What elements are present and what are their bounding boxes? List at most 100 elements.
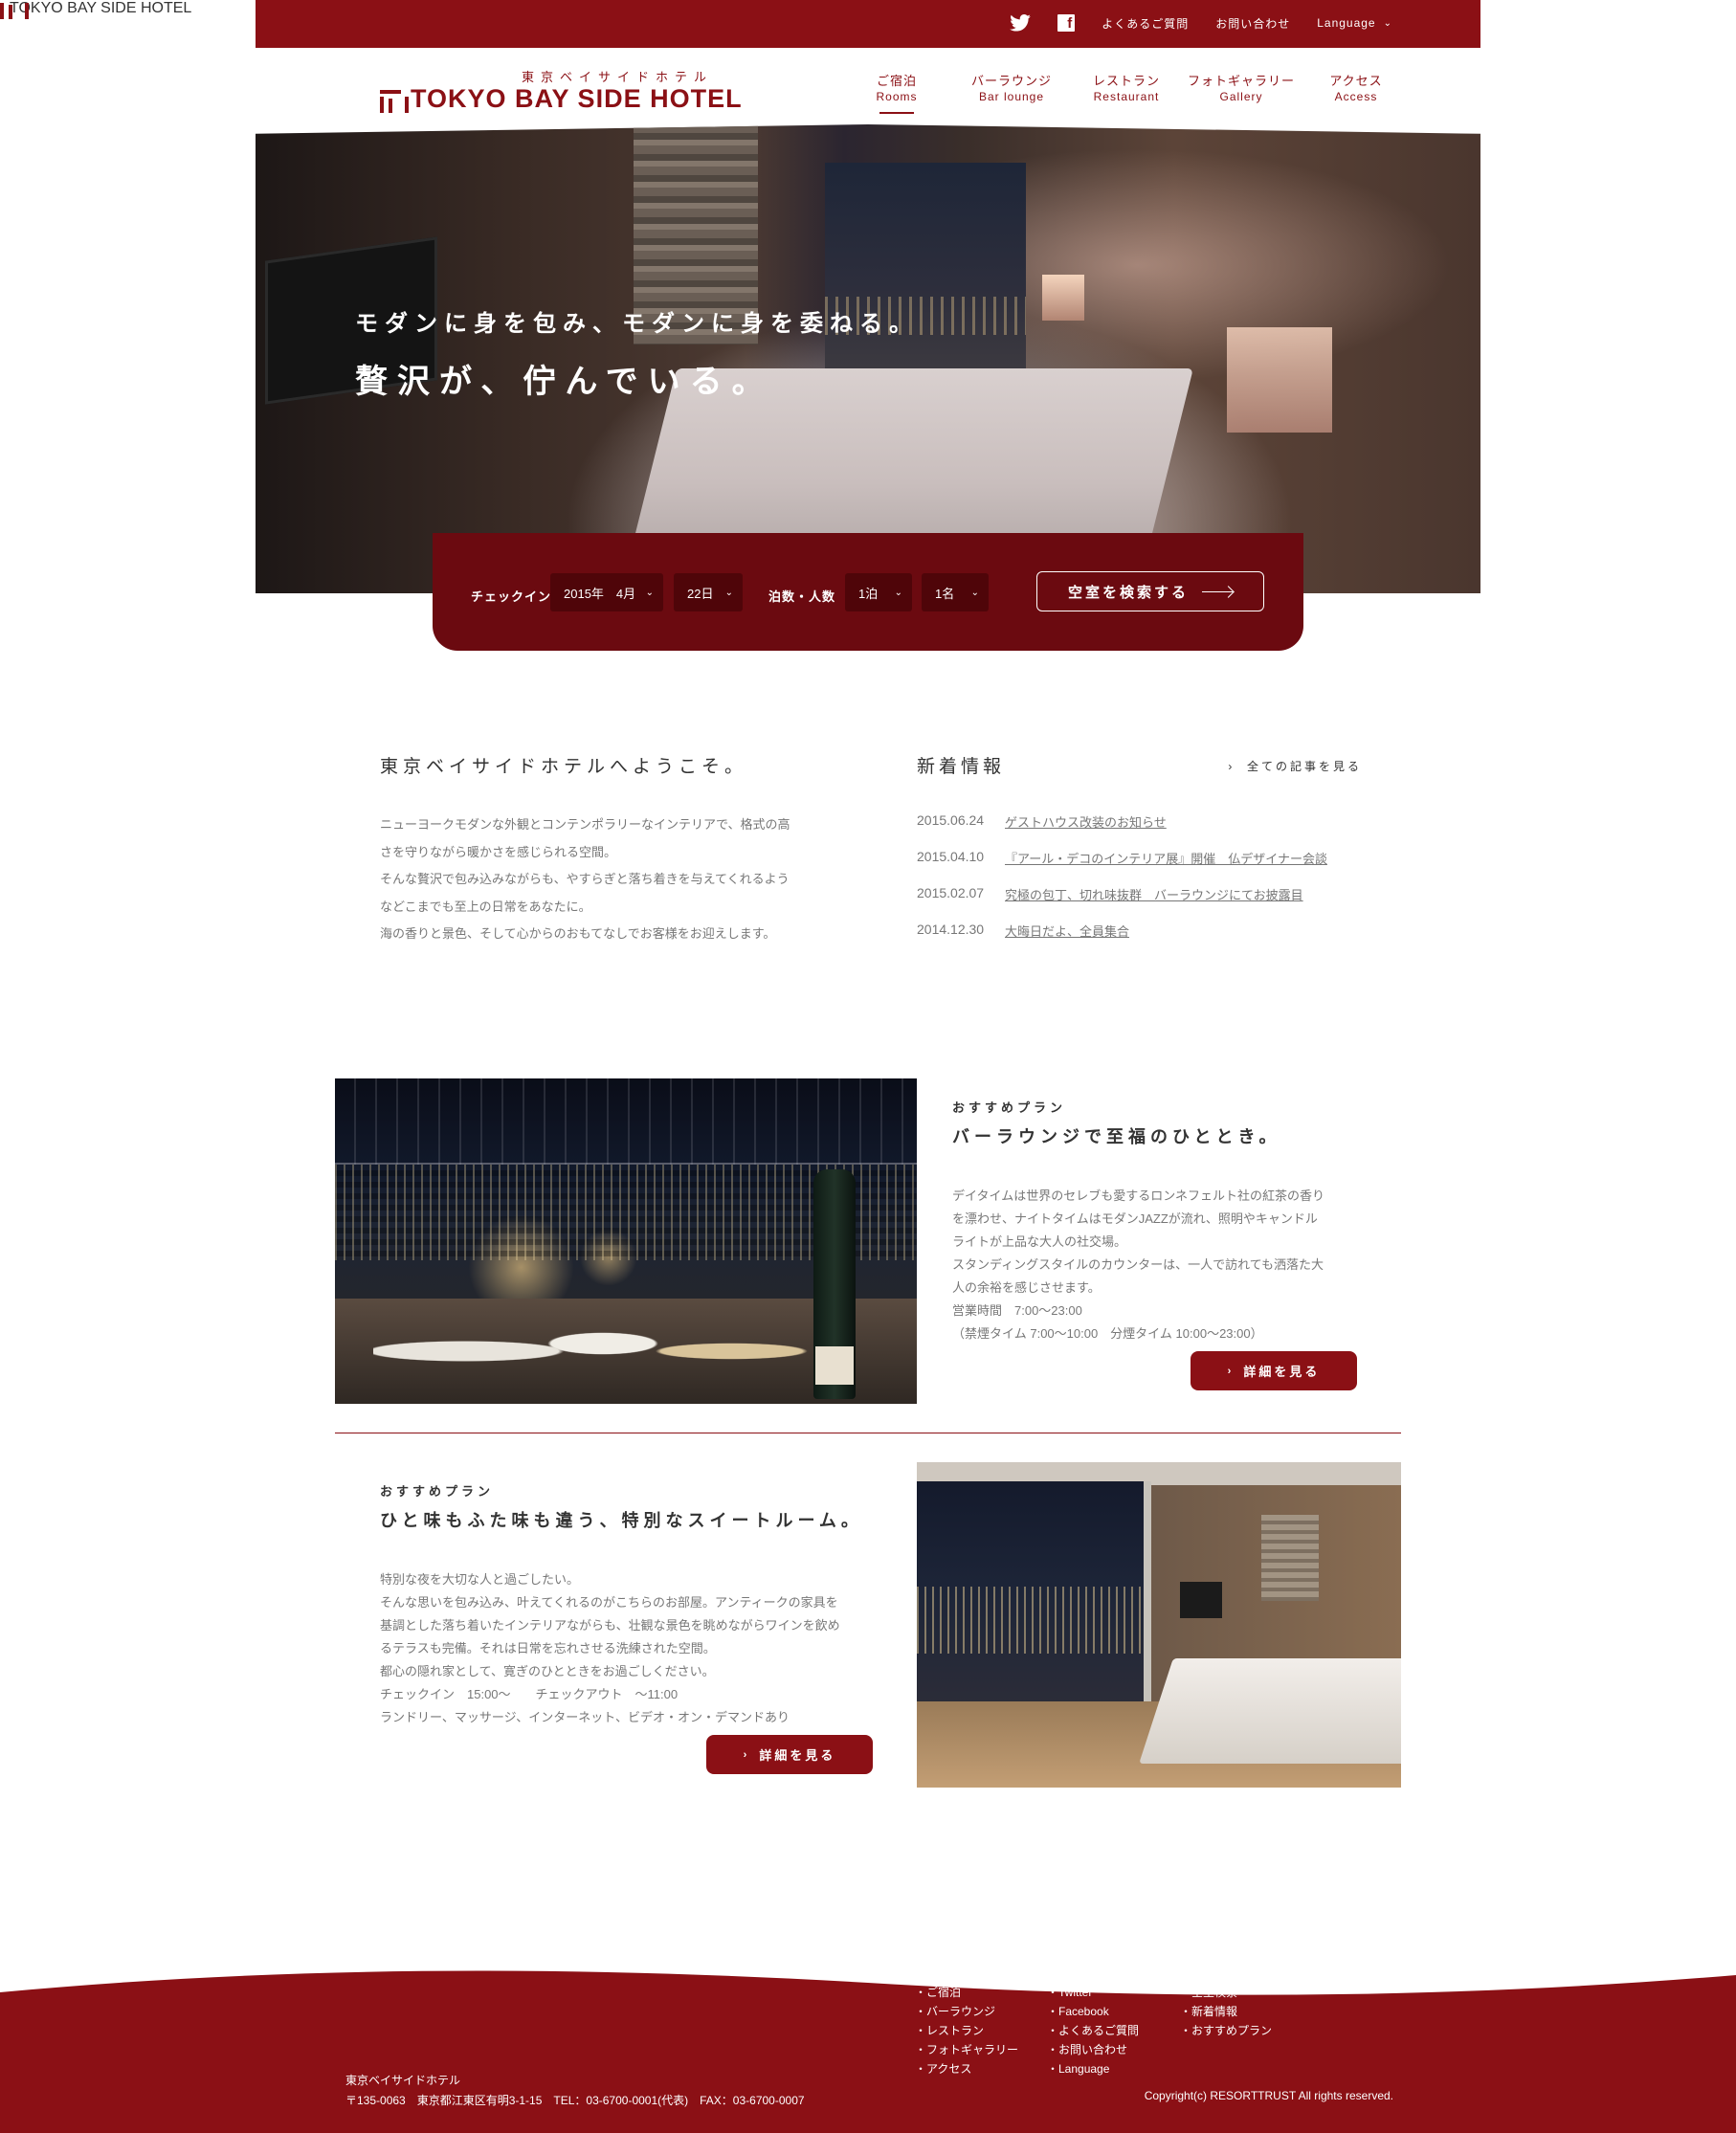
news-link[interactable]: 大晦日だよ、全員集合 — [1005, 922, 1129, 958]
suite-room-detail-button[interactable]: › 詳細を見る — [706, 1735, 873, 1774]
detail-button-label: 詳細を見る — [1243, 1365, 1321, 1379]
plan-line: （禁煙タイム 7:00〜10:00 分煙タイム 10:00〜23:00） — [952, 1326, 1263, 1341]
plan-bar-lounge: おすすめプラン バーラウンジで至福のひととき。 デイタイムは世界のセレブも愛する… — [952, 1098, 1324, 1345]
footer-nav-col-1: ・ご宿泊 ・バーラウンジ ・レストラン ・フォトギャラリー ・アクセス — [915, 1983, 1018, 2078]
nav-label-ja: レストラン — [1092, 74, 1160, 88]
news-date: 2015.02.07 — [917, 885, 985, 900]
chevron-down-icon: ⌄ — [645, 587, 654, 598]
header: 東京ベイサイドホテル TOKYO BAY SIDE HOTEL ご宿泊 Room… — [256, 48, 1480, 126]
plan-kicker: おすすめプラン — [952, 1100, 1067, 1115]
checkin-label: チェックイン — [471, 589, 552, 604]
footer-link[interactable]: ・アクセス — [915, 2059, 1018, 2078]
footer-link[interactable]: ・ご宿泊 — [915, 1983, 1018, 2002]
photo-tv — [1180, 1582, 1222, 1618]
top-links: f よくあるご質問 お問い合わせ Language ⌄ — [1010, 14, 1392, 32]
plan-line: 都心の隠れ家として、寛ぎのひとときをお過ごしください。 — [380, 1664, 715, 1678]
chevron-down-icon: ⌄ — [894, 587, 902, 598]
news-item: 2015.06.24 ゲストハウス改装のお知らせ — [917, 812, 1362, 849]
welcome-line: さを守りながら暖かさを感じられる空間。 — [380, 844, 617, 859]
chevron-down-icon: ⌄ — [1383, 17, 1392, 29]
footer-link[interactable]: ・よくあるご質問 — [1047, 2021, 1139, 2040]
checkin-month-select[interactable]: 2015年 4月 ⌄ — [550, 573, 663, 611]
plan-line: 人の余裕を感じさせます。 — [952, 1280, 1101, 1295]
welcome-line: 海の香りと景色、そして心からのおもてなしでお客様をお迎えします。 — [380, 926, 776, 941]
hero-copy: モダンに身を包み、モダンに身を委ねる。 贅沢が、佇んでいる。 — [355, 304, 919, 402]
global-nav: ご宿泊 Rooms バーラウンジ Bar lounge レストラン Restau… — [839, 73, 1413, 114]
logo-mark-icon — [380, 89, 409, 113]
contact-link[interactable]: お問い合わせ — [1215, 15, 1290, 32]
news-link[interactable]: 究極の包丁、切れ味抜群 バーラウンジにてお披露目 — [1005, 885, 1303, 922]
hero-image: モダンに身を包み、モダンに身を委ねる。 贅沢が、佇んでいる。 — [256, 124, 1480, 593]
footer-address: 〒135-0063 東京都江東区有明3-1-15 TEL：03-6700-000… — [345, 2094, 805, 2107]
footer-link[interactable]: ・Facebook — [1047, 2002, 1139, 2021]
plan-line: を漂わせ、ナイトタイムはモダンJAZZが流れ、照明やキャンドル — [952, 1211, 1318, 1226]
booking-form: チェックイン 2015年 4月 ⌄ 22日 ⌄ 泊数・人数 1泊 ⌄ 1名 ⌄ … — [433, 533, 1303, 651]
nav-label-ja: アクセス — [1329, 74, 1383, 88]
nav-item-bar-lounge[interactable]: バーラウンジ Bar lounge — [954, 73, 1069, 105]
language-selector[interactable]: Language ⌄ — [1317, 16, 1392, 30]
nav-item-restaurant[interactable]: レストラン Restaurant — [1069, 73, 1184, 105]
plan-line: チェックイン 15:00〜 チェックアウト 〜11:00 — [380, 1687, 679, 1701]
news-list: 2015.06.24 ゲストハウス改装のお知らせ 2015.04.10 『アール… — [917, 812, 1362, 958]
nav-label-en: Bar lounge — [978, 90, 1045, 103]
nav-item-access[interactable]: アクセス Access — [1299, 73, 1413, 105]
footer-link[interactable]: ・お問い合わせ — [1047, 2040, 1139, 2059]
news-link[interactable]: 『アール・デコのインテリア展』開催 仏デザイナー会談 — [1005, 849, 1327, 885]
nav-item-gallery[interactable]: フォトギャラリー Gallery — [1184, 73, 1299, 105]
chevron-down-icon: ⌄ — [724, 587, 733, 598]
plan-suite-room: おすすめプラン ひと味もふた味も違う、特別なスイートルーム。 特別な夜を大切な人… — [380, 1481, 863, 1729]
footer-link[interactable]: ・フォトギャラリー — [915, 2040, 1018, 2059]
plan-line: ランドリー、マッサージ、インターネット、ビデオ・オン・デマンドあり — [380, 1710, 790, 1724]
plan-line: デイタイムは世界のセレブも愛するロンネフェルト社の紅茶の香り — [952, 1189, 1324, 1203]
footer-link[interactable]: ・おすすめプラン — [1180, 2021, 1272, 2040]
welcome-line: ニューヨークモダンな外観とコンテンポラリーなインテリアで、格式の高 — [380, 817, 790, 832]
top-bar: f よくあるご質問 お問い合わせ Language ⌄ — [256, 0, 1480, 48]
nav-label-en: Gallery — [1219, 90, 1263, 103]
all-news-link[interactable]: › 全ての記事を見る — [1228, 758, 1362, 774]
facebook-icon[interactable]: f — [1057, 14, 1076, 32]
news-item: 2015.04.10 『アール・デコのインテリア展』開催 仏デザイナー会談 — [917, 849, 1362, 885]
detail-button-label: 詳細を見る — [759, 1748, 836, 1763]
footer-logo-text: TOKYO BAY SIDE HOTEL — [10, 0, 192, 16]
news-link[interactable]: ゲストハウス改装のお知らせ — [1005, 812, 1167, 849]
nav-item-rooms[interactable]: ご宿泊 Rooms — [839, 73, 954, 114]
footer-link[interactable]: ・新着情報 — [1180, 2002, 1272, 2021]
logo-main: TOKYO BAY SIDE HOTEL — [380, 84, 743, 114]
nights-select[interactable]: 1泊 ⌄ — [845, 573, 912, 611]
plan-body: 特別な夜を大切な人と過ごしたい。 そんな思いを包み込み、叶えてくれるのがこちらの… — [380, 1568, 863, 1729]
footer-hotel-name: 東京ベイサイドホテル — [345, 2074, 461, 2087]
news-date: 2015.06.24 — [917, 812, 985, 828]
checkin-day-select[interactable]: 22日 ⌄ — [674, 573, 743, 611]
logo-text: TOKYO BAY SIDE HOTEL — [411, 84, 743, 113]
bar-lounge-detail-button[interactable]: › 詳細を見る — [1191, 1351, 1357, 1390]
search-vacancy-button[interactable]: 空室を検索する — [1036, 571, 1264, 611]
twitter-icon[interactable] — [1010, 14, 1031, 32]
nav-label-ja: バーラウンジ — [970, 74, 1052, 88]
news-item: 2015.02.07 究極の包丁、切れ味抜群 バーラウンジにてお披露目 — [917, 885, 1362, 922]
plan-title: バーラウンジで至福のひととき。 — [952, 1127, 1281, 1146]
hero-tagline: モダンに身を包み、モダンに身を委ねる。 — [355, 311, 919, 337]
plan-line: スタンディングスタイルのカウンターは、一人で訪れても洒落た大 — [952, 1257, 1324, 1272]
search-vacancy-label: 空室を検索する — [1067, 584, 1189, 601]
photo-bottle-label — [815, 1346, 854, 1385]
faq-link[interactable]: よくあるご質問 — [1102, 15, 1189, 32]
hero-lamp-small — [1042, 275, 1084, 321]
hero-headline: 贅沢が、佇んでいる。 — [355, 364, 774, 400]
logo-subtitle: 東京ベイサイドホテル — [522, 70, 714, 84]
checkin-month-value: 2015年 4月 — [564, 586, 636, 601]
footer-link[interactable]: ・レストラン — [915, 2021, 1018, 2040]
chevron-right-icon: › — [1227, 1365, 1235, 1377]
photo-window — [917, 1481, 1151, 1701]
footer-link[interactable]: ・空室検索 — [1180, 1983, 1272, 2002]
chevron-down-icon: ⌄ — [970, 587, 979, 598]
photo-bridge — [335, 1078, 917, 1165]
footer-link[interactable]: ・バーラウンジ — [915, 2002, 1018, 2021]
footer-link[interactable]: ・Language — [1047, 2059, 1139, 2078]
footer-link[interactable]: ・Twitter — [1047, 1983, 1139, 2002]
news-date: 2014.12.30 — [917, 922, 985, 937]
nav-label-en: Rooms — [876, 90, 918, 103]
plan-line: そんな思いを包み込み、叶えてくれるのがこちらのお部屋。アンティークの家具を — [380, 1595, 838, 1610]
welcome-line: などこまでも至上の日常をあなたに。 — [380, 899, 591, 914]
people-select[interactable]: 1名 ⌄ — [922, 573, 989, 611]
checkin-day-value: 22日 — [687, 586, 714, 601]
